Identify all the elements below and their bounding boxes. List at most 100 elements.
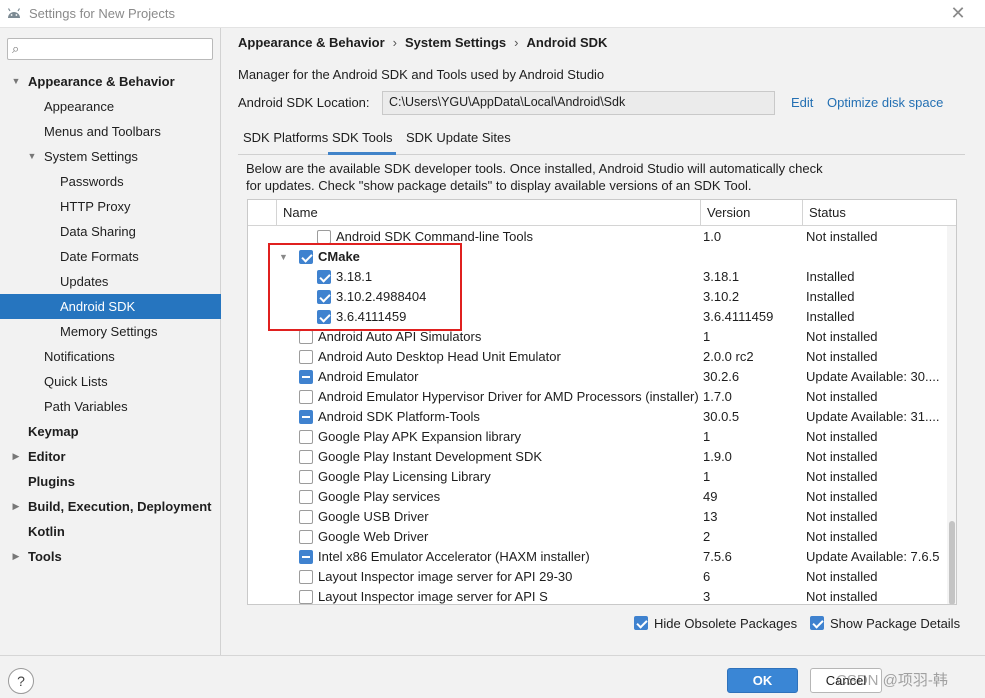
settings-search[interactable]: ⌕ (7, 38, 213, 60)
table-row[interactable]: Android Emulator Hypervisor Driver for A… (248, 387, 947, 407)
sidebar-item-notifications[interactable]: Notifications (0, 344, 221, 369)
table-row[interactable]: Google USB Driver 13 Not installed (248, 507, 947, 527)
optimize-disk-link[interactable]: Optimize disk space (827, 95, 943, 110)
cell-version: 1 (703, 469, 711, 484)
sidebar-item-quick-lists[interactable]: Quick Lists (0, 369, 221, 394)
expand-arrow-icon[interactable]: ▼ (27, 144, 37, 169)
table-row[interactable]: Google Play Instant Development SDK 1.9.0… (248, 447, 947, 467)
row-checkbox[interactable] (317, 270, 331, 284)
hide-obsolete-checkbox[interactable] (634, 616, 648, 630)
close-icon[interactable]: ✕ (948, 2, 968, 24)
table-row[interactable]: Google Play services 49 Not installed (248, 487, 947, 507)
row-checkbox[interactable] (317, 230, 331, 244)
sdk-tabs: SDK Platforms SDK Tools SDK Update Sites (238, 125, 965, 155)
row-checkbox[interactable] (299, 570, 313, 584)
row-checkbox[interactable] (317, 310, 331, 324)
cell-status: Not installed (806, 469, 878, 484)
column-header-status[interactable]: Status (802, 200, 947, 226)
table-row[interactable]: Google Play APK Expansion library 1 Not in… (248, 427, 947, 447)
cell-version: 3.18.1 (703, 269, 740, 284)
cell-name: 3.10.2.4988404 (336, 289, 427, 304)
cell-name: Android SDK Platform-Tools (318, 409, 480, 424)
sidebar-item-appearance-behavior[interactable]: ▼ Appearance & Behavior (0, 69, 221, 94)
collapsed-arrow-icon[interactable]: ▶ (11, 494, 21, 519)
row-checkbox[interactable] (299, 450, 313, 464)
sidebar-item-label: Keymap (28, 424, 79, 439)
sidebar-item-editor[interactable]: ▶ Editor (0, 444, 221, 469)
row-checkbox[interactable] (299, 330, 313, 344)
cell-name: Google Play Instant Development SDK (318, 449, 543, 464)
row-checkbox[interactable] (317, 290, 331, 304)
edit-link[interactable]: Edit (791, 95, 813, 110)
table-scrollbar[interactable] (947, 226, 956, 604)
settings-sidebar: ⌕ ▼ Appearance & Behavior Appearance Menus … (0, 28, 221, 655)
table-row[interactable]: Android SDK Command-line Tools 1.0 Not ins… (248, 227, 947, 247)
column-header-version[interactable]: Version (700, 200, 802, 226)
sidebar-item-passwords[interactable]: Passwords (0, 169, 221, 194)
search-input[interactable] (32, 41, 208, 57)
sidebar-item-data-sharing[interactable]: Data Sharing (0, 219, 221, 244)
row-checkbox[interactable] (299, 370, 313, 384)
table-row[interactable]: Layout Inspector image server for API 29… (248, 567, 947, 587)
sidebar-item-system-settings[interactable]: ▼ System Settings (0, 144, 221, 169)
ok-button[interactable]: OK (727, 668, 798, 693)
table-row[interactable]: Android Auto Desktop Head Unit Emulator 2… (248, 347, 947, 367)
sidebar-item-tools[interactable]: ▶ Tools (0, 544, 221, 569)
tab-sdk-update-sites[interactable]: SDK Update Sites (406, 130, 511, 145)
row-checkbox[interactable] (299, 390, 313, 404)
row-checkbox[interactable] (299, 350, 313, 364)
tree-expand-icon[interactable]: ▼ (279, 247, 288, 267)
row-checkbox[interactable] (299, 530, 313, 544)
sidebar-item-label: Memory Settings (60, 324, 158, 339)
sidebar-item-plugins[interactable]: Plugins (0, 469, 221, 494)
sidebar-item-memory-settings[interactable]: Memory Settings (0, 319, 221, 344)
show-details-checkbox[interactable] (810, 616, 824, 630)
collapsed-arrow-icon[interactable]: ▶ (11, 544, 21, 569)
tab-sdk-tools[interactable]: SDK Tools (328, 130, 397, 155)
sidebar-item-label: Kotlin (28, 524, 65, 539)
cell-version: 2 (703, 529, 711, 544)
sidebar-item-updates[interactable]: Updates (0, 269, 221, 294)
row-checkbox[interactable] (299, 550, 313, 564)
collapsed-arrow-icon[interactable]: ▶ (11, 444, 21, 469)
sidebar-item-path-variables[interactable]: Path Variables (0, 394, 221, 419)
sidebar-item-keymap[interactable]: Keymap (0, 419, 221, 444)
search-icon: ⌕ (12, 41, 20, 56)
table-row[interactable]: Google Play Licensing Library 1 Not instal… (248, 467, 947, 487)
row-checkbox[interactable] (299, 430, 313, 444)
sidebar-item-kotlin[interactable]: Kotlin (0, 519, 221, 544)
table-row[interactable]: 3.18.1 3.18.1 Installed (248, 267, 947, 287)
row-checkbox[interactable] (299, 410, 313, 424)
tab-sdk-platforms[interactable]: SDK Platforms (243, 130, 328, 145)
table-row[interactable]: Android Auto API Simulators 1 Not installe… (248, 327, 947, 347)
sidebar-item-build-execution-deployment[interactable]: ▶ Build, Execution, Deployment (0, 494, 221, 519)
expand-arrow-icon[interactable]: ▼ (11, 69, 21, 94)
table-row[interactable]: Intel x86 Emulator Accelerator (HAXM ins… (248, 547, 947, 567)
sidebar-item-menus-and-toolbars[interactable]: Menus and Toolbars (0, 119, 221, 144)
sidebar-item-http-proxy[interactable]: HTTP Proxy (0, 194, 221, 219)
cell-version: 7.5.6 (703, 549, 732, 564)
sidebar-item-appearance[interactable]: Appearance (0, 94, 221, 119)
help-button[interactable]: ? (8, 668, 34, 694)
table-row[interactable]: Android Emulator 30.2.6 Update Available: … (248, 367, 947, 387)
breadcrumb: Appearance & Behavior › System Settings › An… (238, 35, 607, 50)
table-row[interactable]: Android SDK Platform-Tools 30.0.5 Update A… (248, 407, 947, 427)
scrollbar-thumb[interactable] (949, 521, 955, 604)
sidebar-item-date-formats[interactable]: Date Formats (0, 244, 221, 269)
row-checkbox[interactable] (299, 250, 313, 264)
table-row[interactable]: Layout Inspector image server for API S 3… (248, 587, 947, 604)
cell-name: Layout Inspector image server for API S (318, 589, 548, 604)
sdk-location-field[interactable]: C:\Users\YGU\AppData\Local\Android\Sdk (382, 91, 775, 115)
table-row[interactable]: Google Web Driver 2 Not installed (248, 527, 947, 547)
table-row[interactable]: ▼ CMake (248, 247, 947, 267)
row-checkbox[interactable] (299, 490, 313, 504)
cell-status: Update Available: 7.6.5 (806, 549, 940, 564)
row-checkbox[interactable] (299, 470, 313, 484)
sidebar-item-android-sdk[interactable]: Android SDK (0, 294, 221, 319)
table-row[interactable]: 3.10.2.4988404 3.10.2 Installed (248, 287, 947, 307)
row-checkbox[interactable] (299, 590, 313, 604)
table-row[interactable]: 3.6.4111459 3.6.4111459 Installed (248, 307, 947, 327)
column-header-name[interactable]: Name (276, 200, 700, 226)
sidebar-item-label: Appearance (44, 99, 115, 114)
row-checkbox[interactable] (299, 510, 313, 524)
